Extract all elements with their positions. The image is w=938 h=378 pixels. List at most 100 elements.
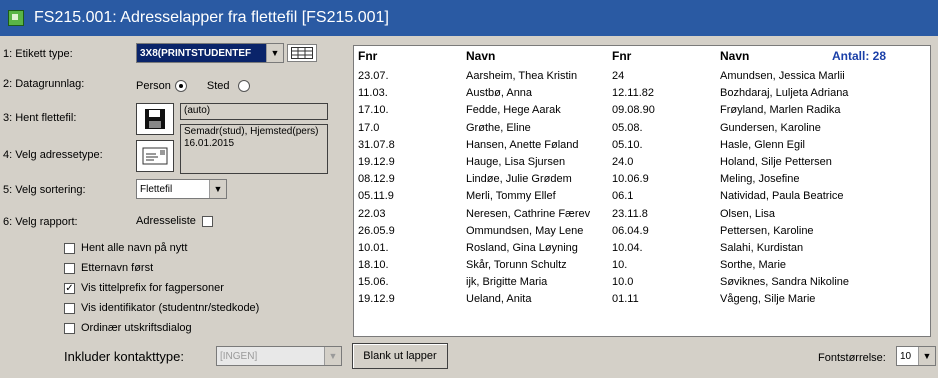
name-cell[interactable]: Fedde, Hege Aarak: [466, 102, 609, 119]
name-cell[interactable]: Meling, Josefine: [720, 171, 860, 188]
font-label: Fontstørrelse:: [818, 352, 886, 364]
blank-ut-lapper-button[interactable]: Blank ut lapper: [352, 343, 448, 369]
envelope-icon: [142, 147, 168, 165]
fnr-cell[interactable]: 23.07.: [358, 68, 462, 85]
name-cell[interactable]: Aarsheim, Thea Kristin: [466, 68, 609, 85]
fnr-cell[interactable]: 10.01.: [358, 240, 462, 257]
fnr-cell[interactable]: 10.0: [612, 274, 716, 291]
etikett-type-value: 3X8(PRINTSTUDENTEF: [140, 47, 252, 59]
name-cell[interactable]: Skår, Torunn Schultz: [466, 257, 609, 274]
rapport-checkbox[interactable]: [201, 215, 213, 227]
etikett-type-select[interactable]: 3X8(PRINTSTUDENTEF ▼: [136, 43, 284, 63]
name-cell[interactable]: Salahi, Kurdistan: [720, 240, 860, 257]
fnr-cell[interactable]: 15.06.: [358, 274, 462, 291]
chevron-down-icon[interactable]: ▼: [918, 347, 935, 365]
column-navn-1: Aarsheim, Thea Kristin Austbø, Anna Fedde,…: [466, 68, 609, 309]
kontakt-select[interactable]: [INGEN] ▼: [216, 346, 342, 366]
fnr-cell[interactable]: 12.11.82: [612, 85, 716, 102]
hent-flettefil-field[interactable]: (auto): [180, 103, 328, 120]
fnr-cell[interactable]: 05.10.: [612, 137, 716, 154]
name-cell[interactable]: Lindøe, Julie Grødem: [466, 171, 609, 188]
name-cell[interactable]: Natividad, Paula Beatrice: [720, 188, 860, 205]
font-size-select[interactable]: 10 ▼: [896, 346, 936, 366]
title-bar: FS215.001: Adresselapper fra flettefil […: [0, 0, 938, 36]
fnr-cell[interactable]: 19.12.9: [358, 154, 462, 171]
option-row[interactable]: Ordinær utskriftsdialog: [64, 322, 192, 334]
fnr-cell[interactable]: 23.11.8: [612, 206, 716, 223]
kontakt-label: Inkluder kontakttype:: [64, 349, 184, 364]
option-row[interactable]: Etternavn først: [64, 262, 153, 274]
fnr-cell[interactable]: 24.0: [612, 154, 716, 171]
fnr-cell[interactable]: 10.04.: [612, 240, 716, 257]
adressetype-field[interactable]: Semadr(stud), Hjemsted(pers) 16.01.2015: [180, 124, 328, 174]
option-row[interactable]: Hent alle navn på nytt: [64, 242, 187, 254]
adressetype-label: 4: Velg adressetype:: [3, 149, 103, 161]
option-checkbox[interactable]: [64, 322, 75, 334]
option-checkbox[interactable]: ✓: [64, 282, 75, 294]
sted-label: Sted: [206, 80, 230, 92]
chevron-down-icon[interactable]: ▼: [266, 44, 283, 62]
header-fnr-2: Fnr: [612, 49, 632, 63]
name-cell[interactable]: Frøyland, Marlen Radika: [720, 102, 860, 119]
name-cell[interactable]: Pettersen, Karoline: [720, 223, 860, 240]
chevron-down-icon[interactable]: ▼: [209, 180, 226, 198]
fnr-cell[interactable]: 26.05.9: [358, 223, 462, 240]
fnr-cell[interactable]: 11.03.: [358, 85, 462, 102]
name-cell[interactable]: Olsen, Lisa: [720, 206, 860, 223]
name-cell[interactable]: Vågeng, Silje Marie: [720, 291, 860, 308]
name-cell[interactable]: Hasle, Glenn Egil: [720, 137, 860, 154]
name-cell[interactable]: ijk, Brigitte Maria: [466, 274, 609, 291]
name-cell[interactable]: Merli, Tommy Ellef: [466, 188, 609, 205]
name-cell[interactable]: Søviknes, Sandra Nikoline: [720, 274, 860, 291]
fnr-cell[interactable]: 08.12.9: [358, 171, 462, 188]
datagrunnlag-group: Person Sted: [136, 80, 250, 92]
chevron-down-icon[interactable]: ▼: [324, 347, 341, 365]
address-type-button[interactable]: [136, 140, 174, 172]
font-size-value: 10: [900, 350, 912, 362]
name-list[interactable]: Fnr Navn Fnr Navn Antall: 28 23.07. 11.03…: [353, 45, 931, 337]
name-cell[interactable]: Sorthe, Marie: [720, 257, 860, 274]
name-cell[interactable]: Rosland, Gina Løyning: [466, 240, 609, 257]
fnr-cell[interactable]: 19.12.9: [358, 291, 462, 308]
label-grid-icon[interactable]: [287, 44, 317, 62]
name-cell[interactable]: Amundsen, Jessica Marlii: [720, 68, 860, 85]
name-cell[interactable]: Hansen, Anette Føland: [466, 137, 609, 154]
fnr-cell[interactable]: 06.1: [612, 188, 716, 205]
fnr-cell[interactable]: 09.08.90: [612, 102, 716, 119]
option-checkbox[interactable]: [64, 242, 75, 254]
fnr-cell[interactable]: 10.: [612, 257, 716, 274]
header-navn-1: Navn: [466, 49, 496, 63]
name-cell[interactable]: Grøthe, Eline: [466, 120, 609, 137]
fnr-cell[interactable]: 06.04.9: [612, 223, 716, 240]
name-cell[interactable]: Hauge, Lisa Sjursen: [466, 154, 609, 171]
name-cell[interactable]: Neresen, Cathrine Færev: [466, 206, 609, 223]
name-cell[interactable]: Ueland, Anita: [466, 291, 609, 308]
fnr-cell[interactable]: 17.10.: [358, 102, 462, 119]
fnr-cell[interactable]: 17.0: [358, 120, 462, 137]
option-label: Vis tittelprefix for fagpersoner: [81, 282, 224, 294]
option-checkbox[interactable]: [64, 302, 75, 314]
name-cell[interactable]: Austbø, Anna: [466, 85, 609, 102]
option-row[interactable]: Vis identifikator (studentnr/stedkode): [64, 302, 259, 314]
fnr-cell[interactable]: 22.03: [358, 206, 462, 223]
name-cell[interactable]: Bozhdaraj, Luljeta Adriana: [720, 85, 860, 102]
name-cell[interactable]: Gundersen, Karoline: [720, 120, 860, 137]
person-radio[interactable]: [174, 80, 187, 92]
fnr-cell[interactable]: 18.10.: [358, 257, 462, 274]
sted-radio[interactable]: [237, 80, 250, 92]
fnr-cell[interactable]: 01.11: [612, 291, 716, 308]
etikett-label: 1: Etikett type:: [3, 48, 73, 60]
fnr-cell[interactable]: 10.06.9: [612, 171, 716, 188]
header-navn-2: Navn: [720, 49, 750, 63]
option-checkbox[interactable]: [64, 262, 75, 274]
fnr-cell[interactable]: 24: [612, 68, 716, 85]
sortering-select[interactable]: Flettefil ▼: [136, 179, 227, 199]
name-cell[interactable]: Holand, Silje Pettersen: [720, 154, 860, 171]
fnr-cell[interactable]: 05.11.9: [358, 188, 462, 205]
save-file-button[interactable]: [136, 103, 174, 135]
fnr-cell[interactable]: 05.08.: [612, 120, 716, 137]
name-cell[interactable]: Ommundsen, May Lene: [466, 223, 609, 240]
option-label: Vis identifikator (studentnr/stedkode): [81, 302, 260, 314]
fnr-cell[interactable]: 31.07.8: [358, 137, 462, 154]
option-row[interactable]: ✓ Vis tittelprefix for fagpersoner: [64, 282, 224, 294]
